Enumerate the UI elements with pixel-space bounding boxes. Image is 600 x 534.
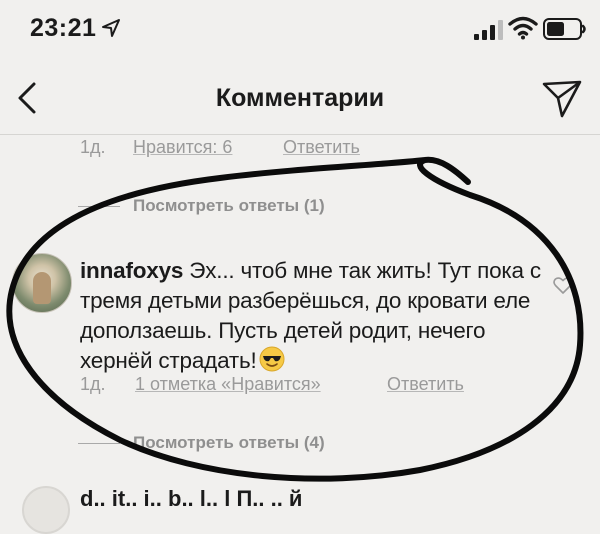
likes-link[interactable]: Нравится: 6 <box>133 137 232 158</box>
likes-link[interactable]: 1 отметка «Нравится» <box>135 374 321 395</box>
location-arrow-icon <box>102 19 120 37</box>
comment-time: 1д. <box>80 374 106 394</box>
avatar-photo <box>33 272 51 304</box>
cellular-signal-icon <box>474 20 503 40</box>
next-comment-text: d.. it.. i.. b.. l.. l П.. .. й <box>80 486 303 511</box>
status-time: 23:21 <box>30 14 97 42</box>
view-replies-link[interactable]: Посмотреть ответы (1) <box>133 196 325 216</box>
reply-link[interactable]: Ответить <box>387 374 464 395</box>
avatar[interactable] <box>12 253 72 313</box>
comment-username[interactable]: innafoxys <box>80 258 183 283</box>
view-replies-link[interactable]: Посмотреть ответы (4) <box>133 433 325 453</box>
comment-time: 1д. <box>80 137 106 157</box>
battery-icon <box>543 18 586 40</box>
sunglasses-emoji-icon <box>259 346 285 372</box>
previous-comment-meta: 1д. Нравится: 6 Ответить <box>0 137 600 161</box>
reply-link[interactable]: Ответить <box>283 137 360 158</box>
paper-plane-icon[interactable] <box>540 76 584 120</box>
comment-body: innafoxys Эх... чтоб мне так жить! Тут п… <box>80 256 550 376</box>
nav-bar: Комментарии <box>0 62 600 135</box>
comment-meta: 1д. 1 отметка «Нравится» Ответить <box>0 374 600 398</box>
status-bar: 23:21 <box>0 0 600 62</box>
heart-icon[interactable] <box>552 274 574 296</box>
wifi-icon <box>508 16 538 40</box>
page-title: Комментарии <box>215 84 385 112</box>
replies-divider <box>78 443 120 444</box>
next-comment-avatar[interactable] <box>22 486 70 534</box>
replies-divider <box>78 206 120 207</box>
